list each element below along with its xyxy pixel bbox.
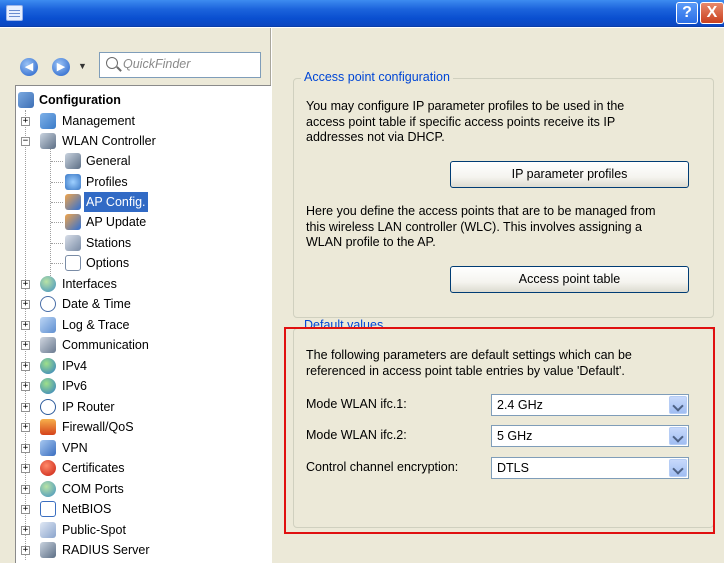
expand-icon[interactable]: + [21,321,30,330]
tree-label: IP Router [62,400,115,414]
text-line: WLAN profile to the AP. [306,235,436,249]
tree-label: RADIUS Server [62,543,150,557]
navigation-pane: ◀ ▶ ▼ QuickFinder Configuration + Manage… [0,28,271,563]
help-button[interactable]: ? [676,2,698,24]
profiles-icon [65,174,81,190]
expand-icon[interactable]: + [21,341,30,350]
title-bar: ? X [0,0,724,27]
ap-config-icon [65,194,81,210]
vpn-icon [40,440,56,456]
ap-config-description: You may configure IP parameter profiles … [306,99,624,146]
com-ports-icon [40,481,56,497]
firewall-icon [40,419,56,435]
tree-label: Profiles [86,175,128,189]
tree-label: Log & Trace [62,318,130,332]
expand-icon[interactable]: + [21,300,30,309]
expand-icon[interactable]: + [21,280,30,289]
access-point-table-button[interactable]: Access point table [450,266,689,293]
quickfinder-placeholder: QuickFinder [123,57,191,71]
certificates-icon [40,460,56,476]
group-title: Access point configuration [301,70,453,84]
expand-icon[interactable]: + [21,526,30,535]
configuration-tree[interactable]: Configuration + Management − WLAN Contro… [15,85,271,563]
expand-icon[interactable]: + [21,464,30,473]
tree-label: IPv4 [62,359,88,373]
ip-router-icon [40,399,56,415]
tree-line [51,243,63,244]
tree-line [51,161,63,162]
text-line: You may configure IP parameter profiles … [306,99,625,113]
tree-label: WLAN Controller [62,134,156,148]
management-icon [40,113,56,129]
configuration-icon [18,92,34,108]
general-icon [65,153,81,169]
options-icon [65,255,81,271]
tree-label: VPN [62,441,88,455]
tree-label: IPv6 [62,379,88,393]
tree-label: NetBIOS [62,502,112,516]
stations-icon [65,235,81,251]
close-button[interactable]: X [700,2,724,24]
forward-arrow-icon[interactable]: ▶ [52,58,70,76]
tree-label: AP Update [86,215,147,229]
ip-parameter-profiles-button[interactable]: IP parameter profiles [450,161,689,188]
tree-label: Options [86,256,130,270]
expand-icon[interactable]: + [21,362,30,371]
clock-icon [40,296,56,312]
expand-icon[interactable]: + [21,382,30,391]
expand-icon[interactable]: + [21,485,30,494]
app-icon [6,5,23,21]
quickfinder-input[interactable]: QuickFinder [99,52,261,78]
search-icon [106,57,118,69]
expand-icon[interactable]: + [21,546,30,555]
back-arrow-icon[interactable]: ◀ [20,58,38,76]
tree-label: Interfaces [62,277,117,291]
communication-icon [40,337,56,353]
ap-update-icon [65,214,81,230]
tree-label: Date & Time [62,297,131,311]
expand-icon[interactable]: + [21,444,30,453]
ipv6-icon [40,378,56,394]
collapse-icon[interactable]: − [21,137,30,146]
expand-icon[interactable]: + [21,117,30,126]
tree-label: Management [62,114,135,128]
tree-label: Stations [86,236,132,250]
text-line: addresses not via DHCP. [306,130,445,144]
interfaces-icon [40,276,56,292]
tree-line [51,222,63,223]
wlan-controller-icon [40,133,56,149]
tree-label: Communication [62,338,149,352]
public-spot-icon [40,522,56,538]
ipv4-icon [40,358,56,374]
expand-icon[interactable]: + [21,403,30,412]
tree-label: Public-Spot [62,523,126,537]
expand-icon[interactable]: + [21,423,30,432]
tree-label: General [86,154,131,168]
nav-toolbar: ◀ ▶ ▼ QuickFinder [0,28,271,86]
text-line: Here you define the access points that a… [306,204,656,218]
expand-icon[interactable]: + [21,505,30,514]
tree-label: Configuration [39,93,121,107]
access-point-table-description: Here you define the access points that a… [306,204,656,251]
tree-label: COM Ports [62,482,124,496]
log-trace-icon [40,317,56,333]
tree-label: Certificates [62,461,125,475]
highlight-box [284,327,715,534]
tree-label-selected: AP Config. [84,192,148,212]
tree-line [51,202,63,203]
radius-server-icon [40,542,56,558]
tree-label: Firewall/QoS [62,420,134,434]
text-line: this wireless LAN controller (WLC). This… [306,219,642,234]
text-line: access point table if specific access po… [306,114,616,129]
history-dropdown-icon[interactable]: ▼ [78,61,87,71]
tree-line [51,263,63,264]
netbios-icon [40,501,56,517]
tree-line [51,182,63,183]
